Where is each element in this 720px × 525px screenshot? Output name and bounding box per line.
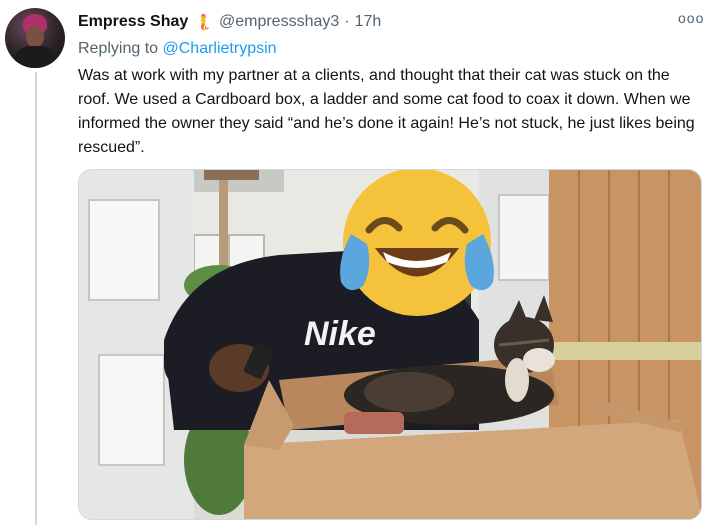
avatar-body [15, 46, 55, 68]
tweet-image[interactable]: Nike [78, 169, 702, 520]
replying-to-label: Replying to [78, 40, 159, 57]
reply-mention-link[interactable]: @Charlietrypsin [163, 40, 277, 57]
author-handle[interactable]: @empressshay3 [219, 13, 339, 31]
cat-food [344, 412, 404, 434]
right-door-glass [498, 194, 550, 281]
avatar[interactable] [5, 8, 65, 68]
more-dots-icon[interactable]: ooo [678, 10, 704, 26]
separator-dot: · [344, 13, 350, 30]
door-glass-upper [88, 199, 160, 301]
author-name[interactable]: Empress Shay [78, 13, 188, 31]
door-glass-lower [98, 354, 165, 466]
tweet-text: Was at work with my partner at a clients… [78, 67, 695, 156]
tweet-timestamp[interactable]: 17h [355, 13, 382, 31]
replying-to-line: Replying to @Charlietrypsin [78, 40, 277, 58]
avatar-face [26, 26, 44, 48]
fence-rail [549, 342, 701, 360]
mermaid-emoji-icon: 🧜 [194, 14, 213, 31]
thread-line [35, 72, 37, 525]
hoodie-logo: Nike [304, 315, 376, 353]
tweet-header: Empress Shay 🧜 @empressshay3 · 17h [78, 12, 381, 32]
